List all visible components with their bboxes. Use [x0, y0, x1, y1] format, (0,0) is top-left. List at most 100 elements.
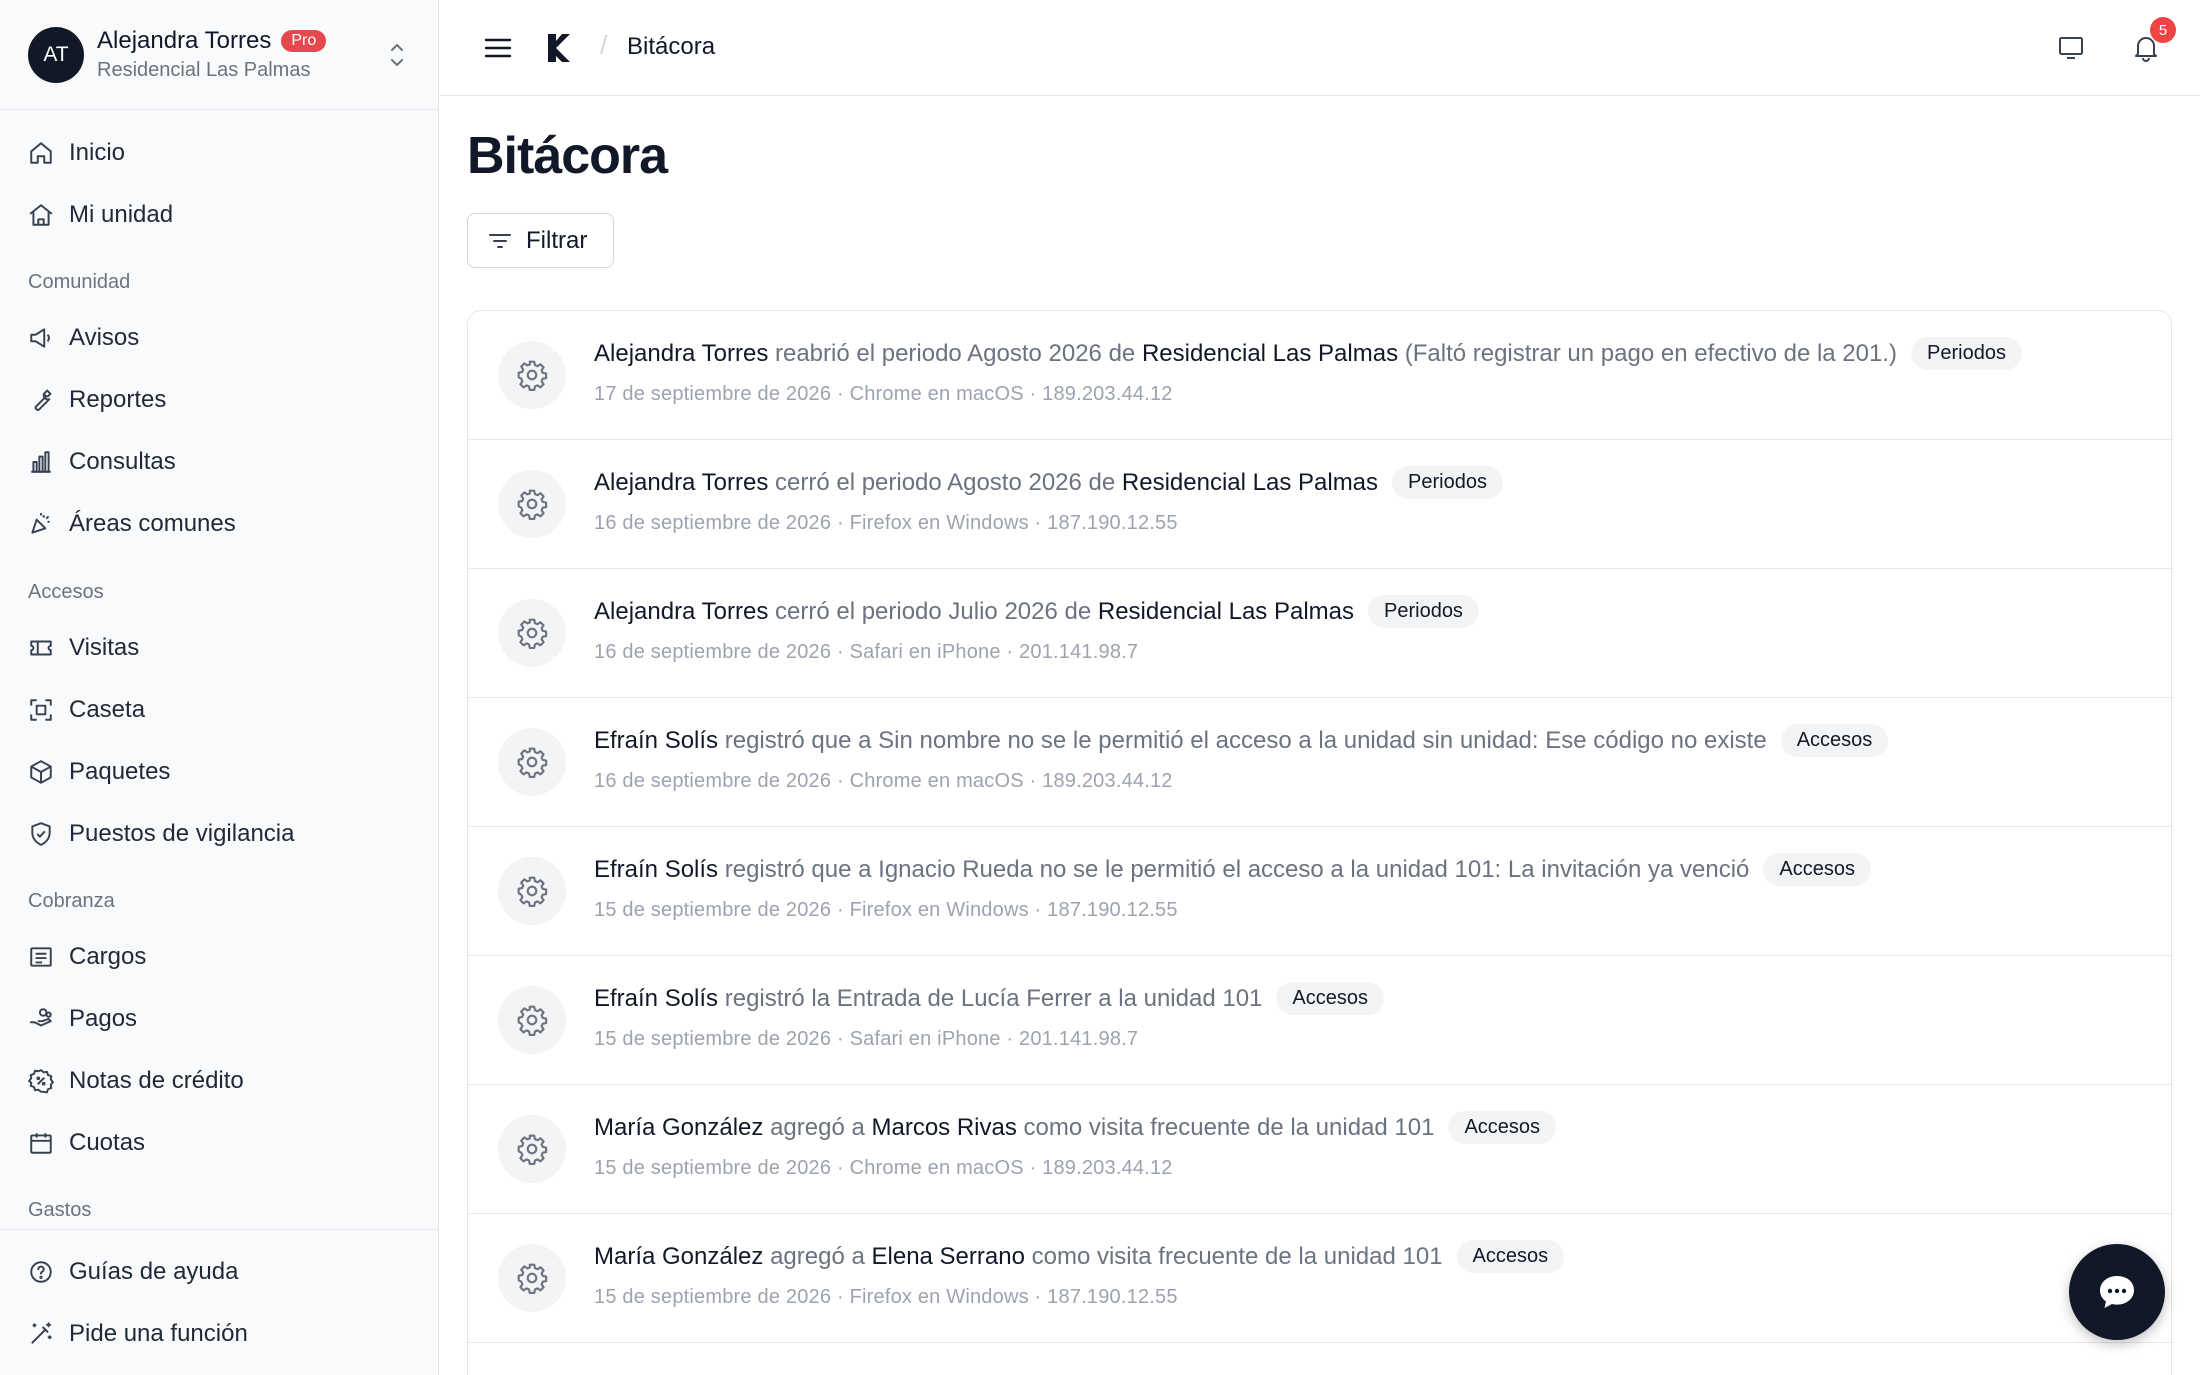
chevron-up-down-icon[interactable] [386, 38, 408, 72]
meta-separator: · [831, 512, 850, 534]
menu-icon[interactable] [480, 30, 516, 66]
log-row: Efraín Solís registró la Entrada de Lucí… [468, 956, 2171, 1085]
magic-wand-icon [31, 1322, 52, 1344]
log-text: registró que a Sin nombre no se le permi… [718, 726, 1767, 754]
logo-icon[interactable] [542, 30, 578, 66]
sidebar-item-caseta[interactable]: Caseta [28, 688, 418, 732]
log-text: como visita frecuente de la unidad 101 [1024, 1242, 1443, 1270]
log-client: Chrome en macOS [849, 1157, 1024, 1179]
sidebar-item-notas-credito[interactable]: Notas de crédito [28, 1059, 418, 1103]
settings-gear-icon [498, 728, 566, 796]
log-description-row: María González agregó a Marcos Rivas com… [594, 1111, 1557, 1144]
log-entity[interactable]: Alejandra Torres [594, 340, 768, 367]
section-accesos: Accesos [28, 581, 104, 603]
sidebar-item-areas-comunes[interactable]: Áreas comunes [28, 502, 418, 546]
log-entity[interactable]: Alejandra Torres [594, 598, 768, 625]
log-entity[interactable]: María González [594, 1243, 763, 1270]
log-text: cerró el periodo Agosto 2026 de [768, 468, 1122, 496]
log-entity[interactable]: Residencial Las Palmas [1122, 469, 1378, 496]
settings-gear-icon [498, 1115, 566, 1183]
sidebar-item-label: Consultas [69, 448, 176, 475]
sidebar-item-visitas[interactable]: Visitas [28, 626, 418, 670]
section-comunidad: Comunidad [28, 271, 131, 293]
sidebar-item-reportes[interactable]: Reportes [28, 378, 418, 422]
sidebar-item-avisos[interactable]: Avisos [28, 316, 418, 360]
hand-coins-icon [30, 1008, 52, 1027]
meta-separator: · [1028, 512, 1048, 534]
log-row: Efraín Solís registró que a Sin nombre n… [468, 698, 2171, 827]
log-meta: 17 de septiembre de 2026 · Chrome en mac… [594, 383, 1173, 406]
monitor-icon[interactable] [2055, 32, 2087, 64]
log-description-row: Efraín Solís registró que a Ignacio Rued… [594, 853, 1871, 886]
sidebar-item-label: Mi unidad [69, 201, 174, 228]
log-meta: 16 de septiembre de 2026 · Firefox en Wi… [594, 512, 1178, 535]
account-name: Alejandra Torres [97, 27, 272, 54]
log-entity[interactable]: Efraín Solís [594, 985, 718, 1012]
log-row: Alejandra Torres cerró el periodo Agosto… [468, 440, 2171, 569]
house-icon [29, 204, 53, 226]
account-switcher[interactable]: AT Alejandra Torres Pro Residencial Las … [0, 0, 438, 110]
log-entity[interactable]: Efraín Solís [594, 727, 718, 754]
sidebar: AT Alejandra Torres Pro Residencial Las … [0, 0, 439, 1375]
log-description: María González agregó a Marcos Rivas com… [594, 1114, 1434, 1142]
plan-badge: Pro [281, 30, 327, 52]
log-date: 15 de septiembre de 2026 [594, 899, 832, 921]
megaphone-icon [30, 328, 50, 348]
log-text: registró la Entrada de Lucía Ferrer a la… [718, 984, 1263, 1012]
sidebar-item-label: Inicio [69, 139, 126, 166]
breadcrumb[interactable]: Bitácora [627, 33, 715, 61]
sidebar-item-pagos[interactable]: Pagos [28, 997, 418, 1041]
scan-icon [30, 699, 52, 721]
log-text: agregó a [763, 1242, 872, 1270]
sidebar-item-mi-unidad[interactable]: Mi unidad [28, 193, 418, 237]
sidebar-item-guias-ayuda[interactable]: Guías de ayuda [28, 1250, 418, 1294]
log-client: Safari en iPhone [849, 641, 1001, 663]
log-entity[interactable]: Residencial Las Palmas [1142, 340, 1398, 367]
log-entity[interactable]: Alejandra Torres [594, 469, 768, 496]
log-meta: 15 de septiembre de 2026 · Safari en iPh… [594, 1028, 1138, 1051]
log-row: Alejandra Torres cerró el periodo Julio … [468, 569, 2171, 698]
log-entity[interactable]: Efraín Solís [594, 856, 718, 883]
log-row: María González agregó a Elena Serrano co… [468, 1214, 2171, 1343]
log-row: Alejandra Torres reabrió el periodo Agos… [468, 311, 2171, 440]
party-icon [31, 513, 50, 534]
meta-separator: · [1023, 383, 1043, 405]
log-entity[interactable]: Marcos Rivas [872, 1114, 1017, 1141]
sidebar-item-paquetes[interactable]: Paquetes [28, 750, 418, 794]
meta-separator: · [1000, 1028, 1020, 1050]
meta-separator: · [831, 770, 850, 792]
log-client: Safari en iPhone [849, 1028, 1001, 1050]
log-ip: 201.141.98.7 [1019, 641, 1139, 663]
sidebar-item-label: Puestos de vigilancia [69, 820, 295, 847]
log-ip: 189.203.44.12 [1042, 770, 1173, 792]
account-name-row: Alejandra Torres Pro [97, 27, 327, 55]
log-description-row: Efraín Solís registró la Entrada de Lucí… [594, 982, 1384, 1015]
chat-button[interactable] [2069, 1244, 2165, 1340]
sidebar-item-cargos[interactable]: Cargos [28, 935, 418, 979]
sidebar-item-inicio[interactable]: Inicio [28, 131, 418, 175]
log-date: 16 de septiembre de 2026 [594, 641, 832, 663]
settings-gear-icon [498, 986, 566, 1054]
sidebar-item-consultas[interactable]: Consultas [28, 440, 418, 484]
meta-separator: · [1000, 641, 1020, 663]
sidebar-item-puestos-vigilancia[interactable]: Puestos de vigilancia [28, 812, 418, 856]
log-entity[interactable]: María González [594, 1114, 763, 1141]
sidebar-item-label: Guías de ayuda [69, 1258, 239, 1285]
avatar: AT [28, 26, 84, 83]
category-tag: Accesos [1448, 1111, 1557, 1144]
page-title: Bitácora [467, 127, 668, 185]
filter-button[interactable]: Filtrar [467, 213, 614, 268]
sidebar-item-pide-funcion[interactable]: Pide una función [28, 1312, 418, 1356]
meta-separator: · [1023, 1157, 1043, 1179]
category-tag: Periodos [1368, 595, 1479, 628]
log-client: Chrome en macOS [849, 383, 1024, 405]
log-ip: 189.203.44.12 [1042, 1157, 1173, 1179]
section-cobranza: Cobranza [28, 890, 115, 912]
wrench-icon [34, 389, 52, 411]
sidebar-item-cuotas[interactable]: Cuotas [28, 1121, 418, 1165]
log-entity[interactable]: Residencial Las Palmas [1098, 598, 1354, 625]
badge-percent-icon [28, 1069, 54, 1094]
log-entity[interactable]: Elena Serrano [872, 1243, 1025, 1270]
meta-separator: · [831, 383, 850, 405]
log-description: Efraín Solís registró la Entrada de Lucí… [594, 985, 1262, 1013]
